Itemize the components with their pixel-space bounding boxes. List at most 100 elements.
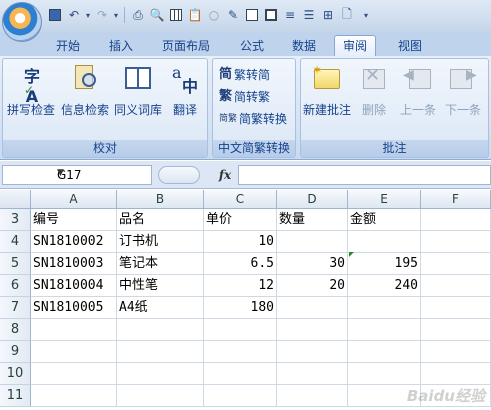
- cell-f3[interactable]: [421, 209, 491, 231]
- cell-b6[interactable]: 中性笔: [117, 275, 204, 297]
- cell-e3[interactable]: 金额: [348, 209, 421, 231]
- cell-f8[interactable]: [421, 319, 491, 341]
- cell-f7[interactable]: [421, 297, 491, 319]
- undo-dropdown-icon[interactable]: ▾: [84, 6, 92, 24]
- tab-formulas[interactable]: 公式: [240, 36, 264, 56]
- cell-b8[interactable]: [117, 319, 204, 341]
- cell-a9[interactable]: [31, 341, 117, 363]
- row-header[interactable]: 10: [0, 363, 31, 385]
- cell-c8[interactable]: [204, 319, 277, 341]
- cell-a3[interactable]: 编号: [31, 209, 117, 231]
- column-header-f[interactable]: F: [421, 190, 491, 209]
- row-header[interactable]: 8: [0, 319, 31, 341]
- table-icon[interactable]: [243, 6, 261, 24]
- cell-d6[interactable]: 20: [277, 275, 348, 297]
- name-box[interactable]: G17 ▼: [2, 165, 152, 185]
- cell-e8[interactable]: [348, 319, 421, 341]
- cell-f6[interactable]: [421, 275, 491, 297]
- cell-c10[interactable]: [204, 363, 277, 385]
- undo-icon[interactable]: ↶: [65, 6, 83, 24]
- insert-function-button[interactable]: fx: [214, 166, 236, 184]
- cell-e10[interactable]: [348, 363, 421, 385]
- cell-d9[interactable]: [277, 341, 348, 363]
- new-comment-button[interactable]: ✶ 新建批注: [301, 63, 353, 118]
- cell-a5[interactable]: SN1810003: [31, 253, 117, 275]
- tab-insert[interactable]: 插入: [109, 36, 133, 56]
- cell-d3[interactable]: 数量: [277, 209, 348, 231]
- grid-icon[interactable]: [167, 6, 185, 24]
- cell-a4[interactable]: SN1810002: [31, 231, 117, 253]
- row-header[interactable]: 6: [0, 275, 31, 297]
- trad-to-simp-button[interactable]: 简 繁转简: [219, 65, 270, 85]
- thesaurus-button[interactable]: 同义词库: [111, 63, 165, 118]
- cell-c3[interactable]: 单价: [204, 209, 277, 231]
- column-header-a[interactable]: A: [31, 190, 117, 209]
- cell-c4[interactable]: 10: [204, 231, 277, 253]
- cell-d8[interactable]: [277, 319, 348, 341]
- page-icon[interactable]: 🗋: [338, 6, 356, 24]
- next-comment-button[interactable]: ▶ 下一条: [441, 63, 485, 118]
- spelling-button[interactable]: 字A ✓ 拼写检查: [5, 63, 57, 118]
- align-left-icon[interactable]: ≡: [281, 6, 299, 24]
- redo-dropdown-icon[interactable]: ▾: [112, 6, 120, 24]
- column-header-b[interactable]: B: [117, 190, 204, 209]
- cell-e7[interactable]: [348, 297, 421, 319]
- cell-b7[interactable]: A4纸: [117, 297, 204, 319]
- cell-f9[interactable]: [421, 341, 491, 363]
- align-center-icon[interactable]: ☰: [300, 6, 318, 24]
- row-header[interactable]: 11: [0, 385, 31, 407]
- borders-all-icon[interactable]: ⊞: [319, 6, 337, 24]
- cell-a6[interactable]: SN1810004: [31, 275, 117, 297]
- name-box-dropdown-icon[interactable]: ▼: [57, 168, 149, 178]
- redo-icon[interactable]: ↷: [93, 6, 111, 24]
- cell-b11[interactable]: [117, 385, 204, 407]
- office-button[interactable]: [2, 2, 42, 42]
- cell-a10[interactable]: [31, 363, 117, 385]
- column-header-d[interactable]: D: [277, 190, 348, 209]
- tab-home[interactable]: 开始: [56, 36, 80, 56]
- cell-f4[interactable]: [421, 231, 491, 253]
- cell-b4[interactable]: 订书机: [117, 231, 204, 253]
- row-header[interactable]: 9: [0, 341, 31, 363]
- tab-data[interactable]: 数据: [292, 36, 316, 56]
- cell-c6[interactable]: 12: [204, 275, 277, 297]
- cell-f5[interactable]: [421, 253, 491, 275]
- previous-comment-button[interactable]: ◀ 上一条: [395, 63, 441, 118]
- circle-icon[interactable]: ○: [205, 6, 223, 24]
- translate-button[interactable]: a 中 翻译: [165, 63, 205, 118]
- cell-e5[interactable]: 195: [348, 253, 421, 275]
- cell-e9[interactable]: [348, 341, 421, 363]
- formula-bar-expand-button[interactable]: [158, 166, 200, 184]
- tab-page-layout[interactable]: 页面布局: [162, 36, 210, 56]
- cell-a7[interactable]: SN1810005: [31, 297, 117, 319]
- save-icon[interactable]: [46, 6, 64, 24]
- cell-c7[interactable]: 180: [204, 297, 277, 319]
- cell-d11[interactable]: [277, 385, 348, 407]
- border-icon[interactable]: [262, 6, 280, 24]
- cell-a11[interactable]: [31, 385, 117, 407]
- cell-c11[interactable]: [204, 385, 277, 407]
- select-all-corner[interactable]: [0, 190, 31, 209]
- conversion-button[interactable]: 简繁 简繁转换: [219, 109, 287, 129]
- column-header-e[interactable]: E: [348, 190, 421, 209]
- cell-c5[interactable]: 6.5: [204, 253, 277, 275]
- brush-icon[interactable]: ✎: [224, 6, 242, 24]
- tab-view[interactable]: 视图: [398, 36, 422, 56]
- cell-b5[interactable]: 笔记本: [117, 253, 204, 275]
- row-header[interactable]: 5: [0, 253, 31, 275]
- row-header[interactable]: 3: [0, 209, 31, 231]
- cell-f10[interactable]: [421, 363, 491, 385]
- cell-c9[interactable]: [204, 341, 277, 363]
- cell-d5[interactable]: 30: [277, 253, 348, 275]
- customize-dropdown-icon[interactable]: ▾: [357, 6, 375, 24]
- cell-e6[interactable]: 240: [348, 275, 421, 297]
- delete-comment-button[interactable]: ✕ 删除: [355, 63, 393, 118]
- formula-input[interactable]: [238, 165, 491, 185]
- row-header[interactable]: 7: [0, 297, 31, 319]
- cell-b9[interactable]: [117, 341, 204, 363]
- research-button[interactable]: 信息检索: [59, 63, 111, 118]
- row-header[interactable]: 4: [0, 231, 31, 253]
- cell-d10[interactable]: [277, 363, 348, 385]
- cell-b3[interactable]: 品名: [117, 209, 204, 231]
- cell-d4[interactable]: [277, 231, 348, 253]
